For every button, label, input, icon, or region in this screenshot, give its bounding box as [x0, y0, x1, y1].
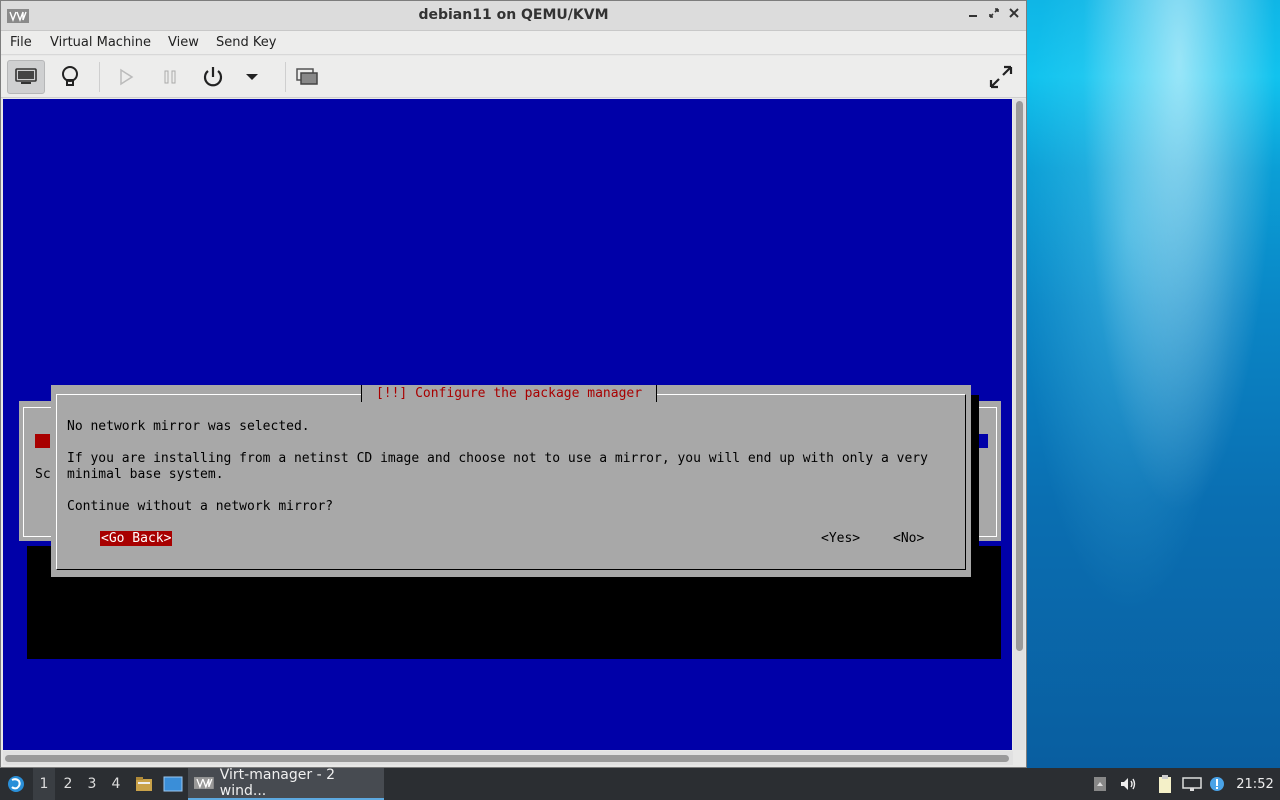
file-manager-launcher[interactable] — [133, 768, 155, 800]
tray-network[interactable] — [1181, 768, 1203, 800]
minimize-button[interactable] — [966, 7, 980, 23]
close-button[interactable] — [1007, 7, 1021, 23]
title-bar[interactable]: debian11 on QEMU/KVM — [1, 1, 1026, 31]
screenshot-icon — [296, 68, 318, 85]
power-button[interactable] — [194, 60, 232, 94]
dialog-question: Continue without a network mirror? — [67, 499, 334, 514]
folder-icon — [136, 777, 152, 791]
network-icon — [1182, 777, 1202, 791]
dialog-message-line: minimal base system. — [67, 467, 224, 482]
toolbar — [1, 56, 1026, 98]
screenshot-button[interactable] — [288, 60, 326, 94]
dialog-message-line: No network mirror was selected. — [67, 419, 310, 434]
updates-icon — [1210, 777, 1224, 791]
volume-icon — [1121, 778, 1136, 790]
tray-notes[interactable] — [1090, 768, 1110, 800]
menu-bar: File Virtual Machine View Send Key — [1, 31, 1026, 55]
dialog-shadow — [59, 577, 979, 595]
window-title: debian11 on QEMU/KVM — [418, 7, 609, 23]
lightbulb-icon — [62, 66, 78, 86]
vertical-scrollbar-thumb[interactable] — [1016, 101, 1023, 651]
tray-volume[interactable] — [1117, 768, 1139, 800]
pause-button[interactable] — [151, 60, 189, 94]
vm-console-display[interactable]: Sc [!!] Configure the package manager No… — [3, 99, 1012, 750]
fullscreen-icon — [989, 65, 1013, 89]
clock[interactable]: 21:52 — [1233, 768, 1277, 800]
taskbar: 1 2 3 4 Virt-manager - 2 wind... 21:52 — [0, 767, 1280, 800]
menu-virtual-machine[interactable]: Virtual Machine — [50, 35, 151, 50]
menu-view[interactable]: View — [168, 35, 199, 50]
vertical-scrollbar[interactable] — [1013, 99, 1025, 750]
chevron-down-icon — [246, 74, 258, 80]
background-progress-end — [979, 434, 988, 448]
pause-icon — [164, 70, 176, 84]
menu-send-key[interactable]: Send Key — [216, 35, 276, 50]
tray-updates[interactable] — [1207, 768, 1227, 800]
menu-file[interactable]: File — [10, 35, 32, 50]
power-icon — [203, 67, 223, 87]
console-icon — [15, 68, 37, 84]
horizontal-scrollbar[interactable] — [3, 751, 1013, 765]
notes-icon — [1094, 777, 1106, 791]
workspace-1[interactable]: 1 — [33, 768, 55, 800]
maximize-button[interactable] — [987, 7, 1001, 23]
desktop-icon — [163, 776, 183, 792]
workspace-3[interactable]: 3 — [81, 768, 103, 800]
lxqt-logo-icon — [8, 776, 24, 792]
virt-manager-icon — [194, 777, 214, 789]
play-icon — [120, 68, 134, 86]
workspace-2[interactable]: 2 — [57, 768, 79, 800]
virt-manager-window: debian11 on QEMU/KVM File Virtual Machin… — [0, 0, 1027, 768]
background-dialog-text: Sc — [35, 467, 51, 482]
go-back-button[interactable]: <Go Back> — [100, 531, 173, 546]
dialog-message-line: If you are installing from a netinst CD … — [67, 451, 928, 466]
show-desktop-button[interactable] — [161, 768, 185, 800]
toolbar-separator — [285, 62, 286, 92]
no-button[interactable]: <No> — [893, 531, 924, 546]
horizontal-scrollbar-thumb[interactable] — [5, 755, 1009, 762]
workspace-4[interactable]: 4 — [105, 768, 127, 800]
task-label: Virt-manager - 2 wind... — [219, 767, 336, 799]
dialog-title: [!!] Configure the package manager — [361, 385, 657, 402]
tray-clipboard[interactable] — [1153, 768, 1177, 800]
start-menu-button[interactable] — [4, 768, 28, 800]
taskbar-task-virt-manager[interactable]: Virt-manager - 2 wind... — [188, 767, 384, 800]
yes-button[interactable]: <Yes> — [821, 531, 860, 546]
background-progress-marker — [35, 434, 50, 448]
fullscreen-button[interactable] — [982, 60, 1020, 94]
clipboard-icon — [1159, 775, 1171, 793]
console-button[interactable] — [7, 60, 45, 94]
run-button[interactable] — [107, 60, 145, 94]
power-dropdown-button[interactable] — [233, 60, 271, 94]
toolbar-separator — [99, 62, 100, 92]
details-button[interactable] — [51, 60, 89, 94]
